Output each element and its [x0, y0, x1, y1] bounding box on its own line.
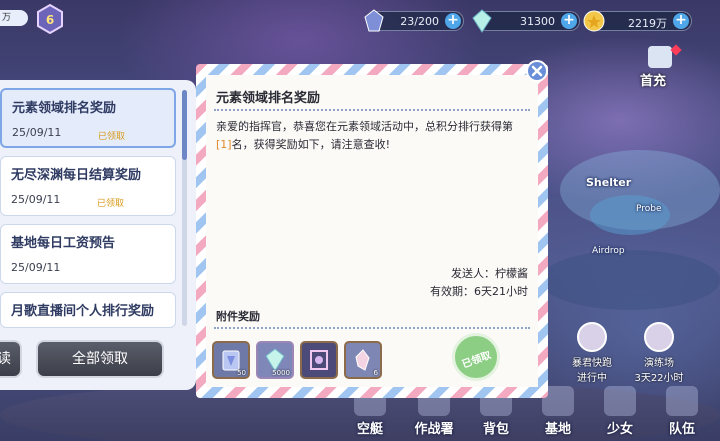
attachment-qty: 50: [237, 369, 246, 377]
claim-all-button[interactable]: 全部领取: [36, 340, 164, 378]
event-name: 演练场: [644, 358, 674, 369]
attachment-qty: 5000: [272, 369, 290, 377]
close-icon: [531, 65, 543, 77]
attachment-slot[interactable]: [300, 341, 338, 379]
letter-paper: 元素领域排名奖励 亲爱的指挥官，恭喜您在元素领域活动中，总积分排行获得第 [1]名…: [206, 75, 538, 387]
character-avatar: [577, 322, 607, 352]
mail-list-panel: 元素领域排名奖励 25/09/11 已领取 无尽深渊每日结算奖励 25/09/1…: [0, 80, 196, 390]
nav-label: 基地: [544, 422, 571, 437]
mail-title: 无尽深渊每日结算奖励: [11, 168, 142, 183]
attachments-title: 附件奖励: [216, 310, 260, 323]
letter-sender: 发送人：柠檬酱: [451, 267, 528, 280]
island-water: [590, 195, 670, 235]
team-icon: [666, 386, 698, 416]
gift-box-icon: [648, 46, 672, 68]
claim-all-label: 全部领取: [72, 351, 128, 367]
nav-label: 空艇: [356, 422, 383, 437]
mail-date: 25/09/11: [11, 261, 61, 274]
letter-body-prefix: 亲爱的指挥官，恭喜您在元素领域活动中，总积分排行获得第: [216, 120, 513, 133]
mail-title: 月歌直播间个人排行奖励: [11, 304, 155, 319]
notification-dot: [670, 44, 682, 56]
claimed-stamp-label: 已领取: [460, 350, 493, 371]
gold-value: 2219万: [628, 17, 667, 30]
player-hud: 万 6: [0, 0, 90, 38]
currency-pill: 万: [0, 10, 28, 26]
first-charge-label: 首充: [640, 74, 667, 89]
gem-resource: 31300 +: [472, 9, 580, 33]
read-button-label: 读: [0, 351, 11, 367]
mail-claimed-status: 已领取: [97, 199, 125, 209]
divider: [214, 327, 530, 329]
airdrop-label[interactable]: Airdrop: [592, 246, 625, 256]
mail-title: 基地每日工资预告: [11, 236, 116, 251]
crystal-shard-icon: [355, 349, 370, 371]
letter-title: 元素领域排名奖励: [216, 91, 321, 106]
rank-number: 6: [46, 13, 54, 27]
first-charge-button[interactable]: 首充: [638, 44, 682, 90]
mail-claimed-status: 已领取: [98, 132, 126, 142]
gold-resource: 2219万 +: [583, 10, 692, 32]
event-name: 暴君快跑: [572, 358, 612, 369]
one-click-read-button[interactable]: 读: [0, 340, 22, 378]
cloud-bank: [540, 250, 720, 310]
mail-item-base-salary[interactable]: 基地每日工资预告 25/09/11: [0, 224, 176, 284]
attachment-slot[interactable]: 50: [212, 341, 250, 379]
gem-icon: [472, 9, 492, 33]
attachment-qty: 6: [373, 369, 378, 377]
close-button[interactable]: [526, 60, 548, 82]
claimed-stamp: 已领取: [452, 333, 500, 381]
frame-item-icon: [310, 350, 328, 370]
stamina-value: 23/200: [400, 15, 439, 28]
mail-date: 25/09/11: [11, 193, 61, 206]
event-training-ground[interactable]: 演练场 3天22小时: [624, 322, 694, 384]
gold-coin-icon: [583, 10, 605, 32]
add-gold-button[interactable]: +: [673, 13, 689, 29]
stamina-resource: 23/200 +: [364, 9, 464, 32]
mail-item-live-ranking[interactable]: 月歌直播间个人排行奖励: [0, 292, 176, 328]
nav-label: 少女: [606, 422, 633, 437]
mail-letter-panel: 元素领域排名奖励 亲爱的指挥官，恭喜您在元素领域活动中，总积分排行获得第 [1]名…: [196, 64, 548, 398]
attachment-slot[interactable]: 5000: [256, 341, 294, 379]
event-tyrant-run[interactable]: 暴君快跑 进行中: [562, 322, 622, 384]
nav-label: 作战署: [414, 422, 454, 437]
probe-label[interactable]: Probe: [636, 204, 662, 214]
gem-value: 31300: [520, 15, 555, 28]
mail-item-element-ranking[interactable]: 元素领域排名奖励 25/09/11 已领取: [0, 88, 176, 148]
divider: [214, 109, 530, 111]
letter-body: 亲爱的指挥官，恭喜您在元素领域活动中，总积分排行获得第 [1]名，获得奖励如下，请…: [216, 118, 526, 154]
nav-team[interactable]: 队伍: [652, 380, 712, 441]
add-gem-button[interactable]: +: [561, 13, 577, 29]
mail-title: 元素领域排名奖励: [12, 101, 117, 116]
nav-label: 背包: [482, 422, 509, 437]
rank-highlight: [1]: [216, 138, 232, 151]
letter-validity: 有效期：6天21小时: [430, 285, 528, 298]
stamina-crystal-icon: [364, 9, 384, 32]
scrollbar-thumb[interactable]: [182, 90, 187, 160]
mail-list-scrollbar[interactable]: [182, 90, 187, 326]
nav-girls[interactable]: 少女: [590, 380, 650, 441]
attachment-slot[interactable]: 6: [344, 341, 382, 379]
character-avatar: [644, 322, 674, 352]
nav-label: 队伍: [668, 422, 695, 437]
mail-item-abyss-daily[interactable]: 无尽深渊每日结算奖励 25/09/11 已领取: [0, 156, 176, 216]
add-stamina-button[interactable]: +: [445, 13, 461, 29]
mail-date: 25/09/11: [12, 126, 62, 139]
girl-icon: [604, 386, 636, 416]
rank-badge-icon[interactable]: 6: [36, 4, 64, 34]
letter-body-suffix: 名，获得奖励如下，请注意查收!: [231, 138, 391, 151]
shelter-label[interactable]: Shelter: [586, 176, 631, 189]
